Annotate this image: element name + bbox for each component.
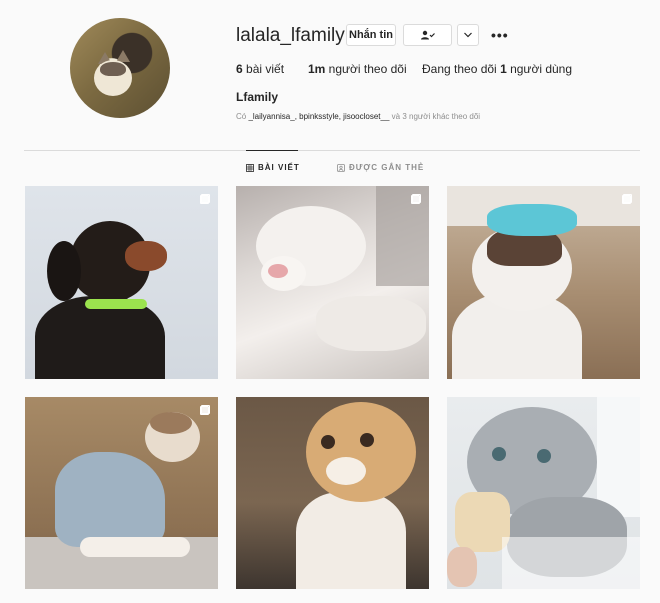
active-tab-indicator xyxy=(246,150,298,151)
dog-ear xyxy=(47,241,81,301)
dog-muzzle xyxy=(125,241,167,271)
profile-avatar[interactable] xyxy=(70,18,170,118)
following-link[interactable]: Đang theo dõi 1 người dùng xyxy=(422,62,572,76)
avatar-cat-mask xyxy=(100,62,126,76)
chevron-down-icon xyxy=(464,32,472,38)
person-check-icon xyxy=(420,30,435,40)
post-thumbnail[interactable] xyxy=(25,186,218,379)
followers-count-value: 1m xyxy=(308,62,326,76)
blue-bow xyxy=(487,204,577,236)
cat-hoodie xyxy=(55,452,165,547)
multiple-photos-icon xyxy=(411,194,421,204)
message-button[interactable]: Nhắn tin xyxy=(346,24,396,46)
multiple-photos-icon xyxy=(200,194,210,204)
following-prefix: Đang theo dõi xyxy=(422,62,501,76)
cat-eye xyxy=(537,449,551,463)
post-thumbnail[interactable] xyxy=(25,397,218,589)
profile-divider xyxy=(24,150,640,151)
posts-count-value: 6 xyxy=(236,62,243,76)
cat-eye xyxy=(360,433,374,447)
followers-count-label: người theo dõi xyxy=(325,62,407,76)
post-thumbnail[interactable] xyxy=(447,186,640,379)
cat-body xyxy=(296,492,406,589)
more-horizontal-icon[interactable]: ••• xyxy=(491,27,509,43)
cat-paw-pads xyxy=(268,264,288,278)
dog-collar xyxy=(85,299,147,309)
grid-icon xyxy=(246,163,254,172)
cat-leg xyxy=(316,296,426,351)
cat-eye xyxy=(492,447,506,461)
profile-username: lalala_lfamily xyxy=(236,25,345,46)
tab-posts-label: BÀI VIẾT xyxy=(258,163,300,172)
multiple-photos-icon xyxy=(200,405,210,415)
following-count-label: người dùng xyxy=(506,62,573,76)
plastic-bag xyxy=(502,537,640,589)
window-light xyxy=(597,397,640,517)
cat-eye xyxy=(321,435,335,449)
posts-count-label: bài viết xyxy=(242,62,285,76)
cat-head xyxy=(306,402,416,502)
post-thumbnail[interactable] xyxy=(236,186,429,379)
tab-tagged-label: ĐƯỢC GẮN THẺ xyxy=(349,163,425,172)
suggested-accounts-button[interactable] xyxy=(457,24,479,46)
followed-by-suffix: và 3 người khác theo dõi xyxy=(389,112,481,121)
tab-tagged[interactable]: ĐƯỢC GẮN THẺ xyxy=(337,163,424,172)
tab-posts[interactable]: BÀI VIẾT xyxy=(246,163,300,172)
posts-grid xyxy=(25,186,641,603)
multiple-photos-icon xyxy=(622,194,632,204)
cat-muzzle xyxy=(326,457,366,485)
following-button[interactable] xyxy=(403,24,452,46)
followed-by-names: _lailyannisa_, bpinksstyle, jisoocloset_… xyxy=(248,112,390,121)
posts-count: 6 bài viết xyxy=(236,62,284,76)
tag-icon xyxy=(337,163,345,172)
profile-full-name: Lfamily xyxy=(236,90,279,104)
followed-by-prefix: Có xyxy=(236,112,249,121)
followed-by-text[interactable]: Có _lailyannisa_, bpinksstyle, jisooclos… xyxy=(236,112,480,121)
following-count-value: 1 xyxy=(500,62,507,76)
cat-shadow xyxy=(376,186,429,286)
cat-mask xyxy=(150,412,192,434)
post-thumbnail[interactable] xyxy=(236,397,429,589)
hand xyxy=(447,547,477,587)
followers-link[interactable]: 1m người theo dõi xyxy=(308,62,407,76)
post-thumbnail[interactable] xyxy=(447,397,640,589)
cat-paws xyxy=(80,537,190,557)
